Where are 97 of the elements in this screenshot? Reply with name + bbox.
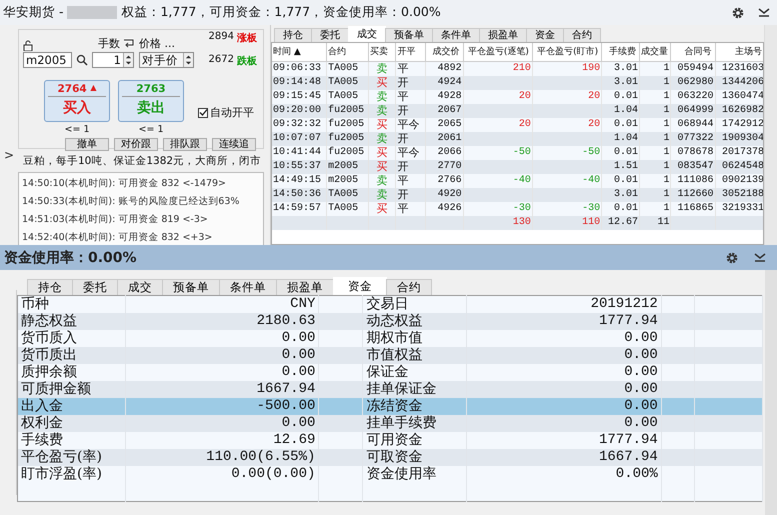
tab[interactable]: 预备单: [385, 28, 433, 42]
return-icon[interactable]: [123, 38, 135, 49]
table-row[interactable]: 平仓盈亏(率) 110.00(6.55%) 可取资金 1667.94: [18, 449, 762, 466]
table-cell: 2180.63: [126, 313, 319, 330]
table-row[interactable]: 可质押金额 1667.94 挂单保证金 0.00: [18, 381, 762, 398]
table-cell: 0.00: [466, 415, 662, 432]
limit-price: 2672: [208, 54, 234, 67]
column-header[interactable]: 手续费: [602, 43, 640, 62]
contract-info: 豆粕，每手10吨、保证金1382元，大商所，闭市: [22, 154, 262, 169]
table-cell: 市值权益: [362, 347, 466, 364]
log-line: 14:51:03(本机时间): 可用资金 819 <-3>: [22, 213, 209, 226]
spin-arrows-icon[interactable]: [123, 53, 133, 67]
tab[interactable]: 持仓: [27, 279, 73, 295]
auto-open-close-checkbox[interactable]: 自动开平: [198, 105, 254, 120]
price-label: 价格 ...: [139, 36, 176, 51]
max-quantity: <= 1: [64, 124, 90, 135]
settings-icon[interactable]: [725, 250, 739, 264]
tab[interactable]: 成交: [117, 279, 163, 295]
table-cell: 资金使用率: [362, 466, 466, 483]
tab[interactable]: 持仓: [274, 28, 312, 42]
tab[interactable]: 条件单: [219, 279, 277, 295]
tab[interactable]: 资金: [333, 277, 387, 295]
table-cell: 平仓盈亏(率): [18, 449, 126, 466]
table-row[interactable]: 静态权益 2180.63 动态权益 1777.94: [18, 313, 762, 330]
table-cell: 0.00(0.00): [126, 466, 319, 483]
table-cell: 0.00%: [466, 466, 662, 483]
table-row[interactable]: 货币质出 0.00 市值权益 0.00: [18, 347, 762, 364]
table-cell: 130: [463, 216, 532, 230]
spin-arrows-icon[interactable]: [183, 53, 193, 67]
scrollbar[interactable]: [765, 270, 777, 515]
column-header[interactable]: 成交价: [425, 43, 464, 62]
table-cell: 可取资金: [362, 449, 466, 466]
limit-price: 2894: [208, 31, 234, 44]
search-icon[interactable]: [76, 54, 88, 66]
table-row[interactable]: 权利金 0.00 挂单手续费 0.00: [18, 415, 762, 432]
table-row[interactable]: 出入金 -500.00 冻结资金 0.00: [18, 398, 762, 415]
column-header[interactable]: 平仓盈亏(逐笔): [463, 43, 532, 62]
limit-label: 涨板: [237, 32, 257, 45]
log-line: 14:50:33(本机时间): 账号的风险度已经达到63%: [22, 195, 240, 208]
table-cell: 0.00: [466, 347, 662, 364]
action-button[interactable]: 排队跟: [163, 138, 207, 151]
max-quantity: <= 1: [138, 124, 164, 135]
action-button[interactable]: 连续追: [212, 138, 256, 151]
table-cell: 挂单手续费: [362, 415, 466, 432]
log-line: 14:52:40(本机时间): 可用资金 832 <+3>: [22, 231, 214, 244]
column-header[interactable]: 成交量: [639, 43, 671, 62]
tab[interactable]: 条件单: [432, 28, 480, 42]
settings-icon[interactable]: [731, 6, 745, 20]
table-cell: 12.67: [602, 216, 640, 230]
column-header[interactable]: 合约: [326, 43, 369, 62]
tab[interactable]: 合约: [563, 28, 601, 42]
tab[interactable]: 合约: [386, 279, 432, 295]
table-cell: 110: [532, 216, 602, 230]
column-header[interactable]: 合同号: [670, 43, 716, 62]
account-stats: 权益：1,777，可用资金：1,777，资金使用率：0.00%: [121, 4, 441, 21]
table-cell: 110.00(6.55%): [126, 449, 319, 466]
tab[interactable]: 损盈单: [276, 279, 334, 295]
limit-label: 跌板: [237, 54, 257, 68]
expand-arrow[interactable]: >: [4, 148, 14, 162]
table-cell: 动态权益: [362, 313, 466, 330]
chevron-down-icon[interactable]: [753, 250, 767, 264]
price-type-spinner[interactable]: 对手价: [139, 52, 194, 68]
table-cell: 0.00: [126, 347, 319, 364]
column-header[interactable]: 开平: [396, 43, 426, 62]
tab[interactable]: 委托: [72, 279, 118, 295]
panel-title: 资金使用率：0.00%: [4, 248, 137, 266]
table-cell: 权利金: [18, 415, 126, 432]
blurred-block: [67, 6, 118, 19]
column-header[interactable]: 买卖: [368, 43, 396, 62]
table-cell: 盯市浮盈(率): [18, 466, 126, 483]
column-header[interactable]: 主场号: [715, 43, 763, 62]
scrollbar[interactable]: [764, 25, 777, 245]
lots-label: 手数: [98, 36, 120, 51]
table-cell: 静态权益: [18, 313, 126, 330]
lots-spinner[interactable]: 1: [92, 52, 134, 68]
table-cell: 11: [639, 216, 671, 230]
table-cell: 货币质出: [18, 347, 126, 364]
window-title: 华安期货 -: [3, 4, 64, 21]
column-header[interactable]: 平仓盈亏(盯市): [532, 43, 602, 62]
tab[interactable]: 预备单: [162, 279, 220, 295]
symbol-field[interactable]: m2005: [23, 52, 72, 68]
buy-button[interactable]: 2764 $^{▲}$ 买入: [44, 80, 110, 122]
column-header[interactable]: 时间 ▲: [272, 43, 327, 62]
lock-icon[interactable]: [23, 40, 35, 51]
table-row[interactable]: 盯市浮盈(率) 0.00(0.00) 资金使用率 0.00%: [18, 466, 762, 483]
tab[interactable]: 成交: [348, 26, 386, 42]
table-cell: 1667.94: [466, 449, 662, 466]
tab[interactable]: 委托: [311, 28, 349, 42]
check-icon[interactable]: [198, 108, 208, 117]
tab[interactable]: 资金: [526, 28, 564, 42]
table-cell: 1777.94: [466, 313, 662, 330]
action-button[interactable]: 对价跟: [114, 138, 158, 151]
table-cell: 0.00: [126, 415, 319, 432]
log-line: 14:50:10(本机时间): 可用资金 832 <-1479>: [22, 177, 227, 190]
chevron-down-icon[interactable]: [757, 6, 771, 20]
action-button[interactable]: 撤单: [65, 138, 109, 151]
tab[interactable]: 损盈单: [479, 28, 527, 42]
